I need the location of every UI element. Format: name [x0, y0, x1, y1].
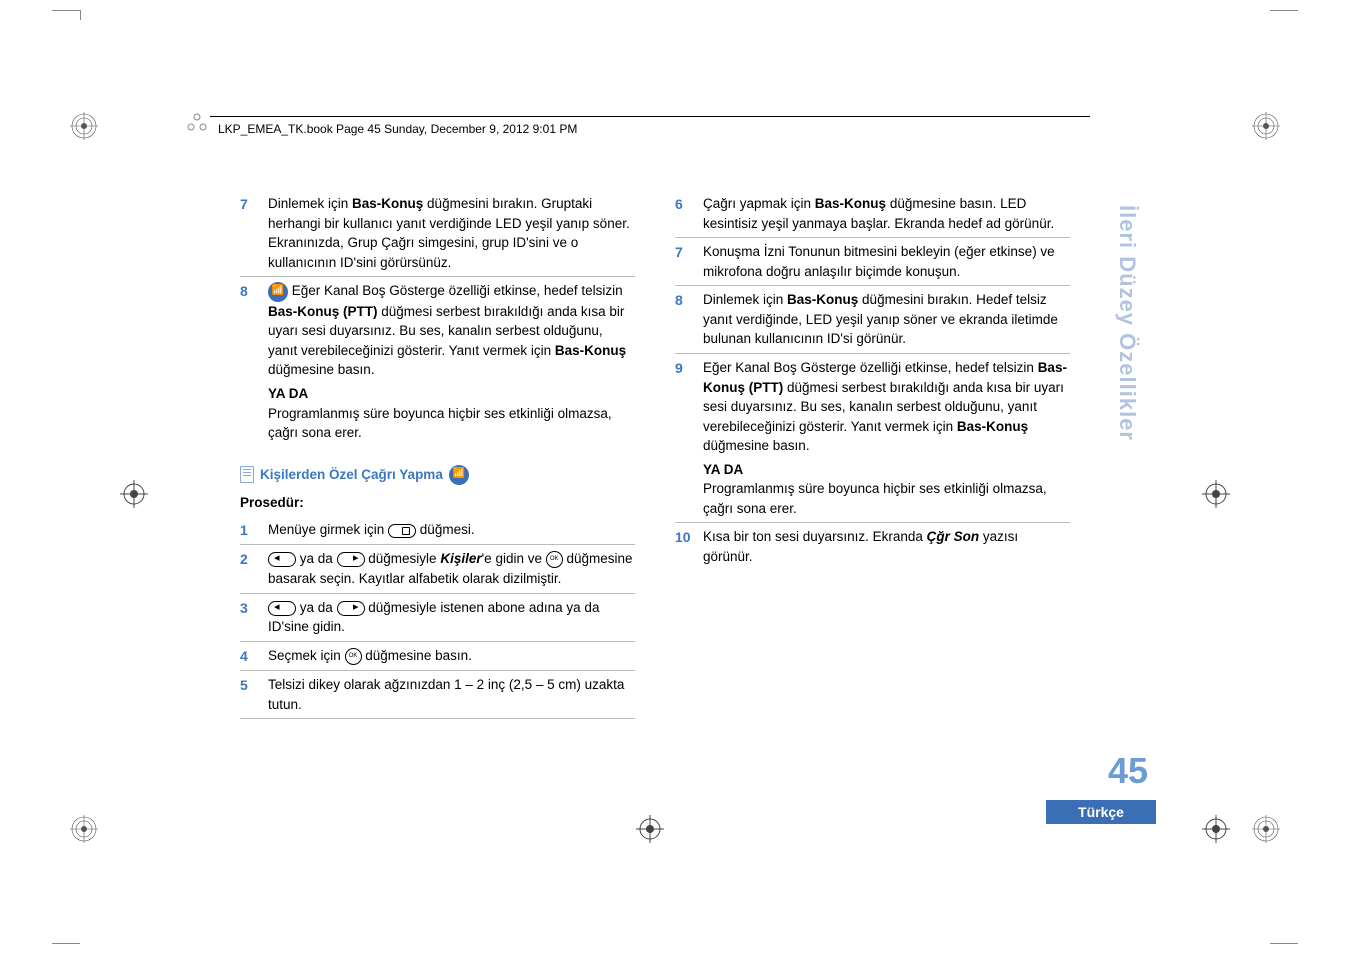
- step-number: 3: [240, 598, 258, 637]
- step-number: 2: [240, 549, 258, 588]
- registration-mark-icon: [120, 480, 148, 508]
- step-text: Seçmek için OK düğmesine basın.: [268, 646, 635, 666]
- nav-left-button-icon: [268, 601, 296, 616]
- procedure-step: 2 ya da düğmesiyle Kişiler'e gidin ve OK…: [240, 545, 635, 593]
- procedure-step: 10 Kısa bir ton sesi duyarsınız. Ekranda …: [675, 523, 1070, 570]
- page-number: 45: [1108, 750, 1148, 792]
- registration-mark-icon: [1252, 815, 1280, 843]
- step-text: Konuşma İzni Tonunun bitmesini bekleyin …: [703, 242, 1070, 281]
- step-number: 8: [675, 290, 693, 349]
- step-text: Dinlemek için Bas-Konuş düğmesini bırakı…: [268, 194, 635, 272]
- left-column: 7Dinlemek için Bas-Konuş düğmesini bırak…: [240, 190, 635, 719]
- step-number: 5: [240, 675, 258, 714]
- step-text: 📶 Eğer Kanal Boş Gösterge özelliği etkin…: [268, 281, 635, 442]
- side-section-label: İleri Düzey Özellikler: [1114, 205, 1140, 441]
- info-badge-icon: 📶: [449, 465, 469, 485]
- step-text: Kısa bir ton sesi duyarsınız. Ekranda Çğ…: [703, 527, 1070, 566]
- step-number: 8: [240, 281, 258, 442]
- procedure-step: 8📶 Eğer Kanal Boş Gösterge özelliği etki…: [240, 277, 635, 446]
- procedure-step: 4 Seçmek için OK düğmesine basın.: [240, 642, 635, 671]
- header-rule: [210, 116, 1090, 117]
- step-number: 1: [240, 520, 258, 540]
- step-number: 10: [675, 527, 693, 566]
- language-badge: Türkçe: [1046, 800, 1156, 824]
- registration-mark-icon: [70, 815, 98, 843]
- procedure-step: 1 Menüye girmek için düğmesi.: [240, 516, 635, 545]
- procedure-step: 7 Konuşma İzni Tonunun bitmesini bekleyin…: [675, 238, 1070, 286]
- procedure-label: Prosedür:: [240, 493, 635, 513]
- info-badge-icon: 📶: [268, 282, 288, 302]
- step-text: Menüye girmek için düğmesi.: [268, 520, 635, 540]
- step-text: Dinlemek için Bas-Konuş düğmesini bırakı…: [703, 290, 1070, 349]
- step-text: Çağrı yapmak için Bas-Konuş düğmesine ba…: [703, 194, 1070, 233]
- ok-button-icon: OK: [345, 648, 362, 665]
- registration-mark-icon: [1202, 480, 1230, 508]
- step-text: ya da düğmesiyle istenen abone adına ya …: [268, 598, 635, 637]
- step-text: Telsizi dikey olarak ağzınızdan 1 – 2 in…: [268, 675, 635, 714]
- right-column: 6 Çağrı yapmak için Bas-Konuş düğmesine b…: [675, 190, 1070, 719]
- nav-right-button-icon: [337, 552, 365, 567]
- step-number: 9: [675, 358, 693, 519]
- registration-mark-icon: [1252, 112, 1280, 140]
- procedure-step: 8Dinlemek için Bas-Konuş düğmesini bırak…: [675, 286, 1070, 354]
- step-number: 4: [240, 646, 258, 666]
- step-text: Eğer Kanal Boş Gösterge özelliği etkinse…: [703, 358, 1070, 519]
- header-cluster-icon: [186, 112, 208, 134]
- menu-button-icon: [388, 524, 416, 538]
- section-title: Kişilerden Özel Çağrı Yapma 📶: [240, 465, 635, 485]
- ok-button-icon: OK: [546, 551, 563, 568]
- procedure-step: 3 ya da düğmesiyle istenen abone adına y…: [240, 594, 635, 642]
- procedure-step: 5 Telsizi dikey olarak ağzınızdan 1 – 2 i…: [240, 671, 635, 719]
- registration-mark-icon: [1202, 815, 1230, 843]
- procedure-step: 7Dinlemek için Bas-Konuş düğmesini bırak…: [240, 190, 635, 277]
- step-text: ya da düğmesiyle Kişiler'e gidin ve OK d…: [268, 549, 635, 588]
- procedure-step: 6 Çağrı yapmak için Bas-Konuş düğmesine b…: [675, 190, 1070, 238]
- step-number: 7: [675, 242, 693, 281]
- step-number: 7: [240, 194, 258, 272]
- nav-right-button-icon: [337, 601, 365, 616]
- header-text: LKP_EMEA_TK.book Page 45 Sunday, Decembe…: [218, 122, 577, 136]
- step-number: 6: [675, 194, 693, 233]
- nav-left-button-icon: [268, 552, 296, 567]
- registration-mark-icon: [70, 112, 98, 140]
- registration-mark-icon: [636, 815, 664, 843]
- document-icon: [240, 466, 254, 483]
- procedure-step: 9Eğer Kanal Boş Gösterge özelliği etkins…: [675, 354, 1070, 524]
